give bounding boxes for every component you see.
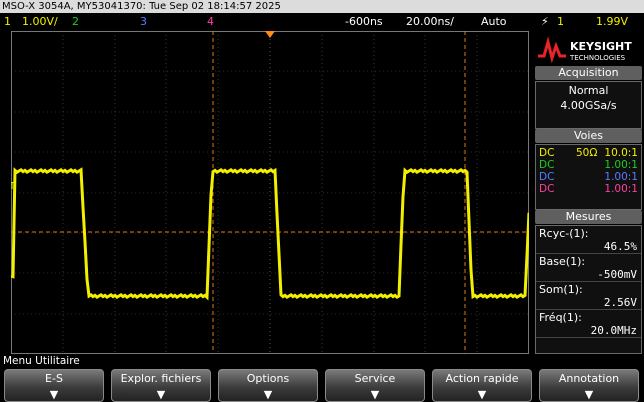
voie-impedance: 50Ω xyxy=(576,147,598,159)
voie-coupling: DC xyxy=(539,159,555,171)
measurement-value: 20.0MHz xyxy=(590,324,637,337)
sample-rate: 4.00GSa/s xyxy=(560,99,617,112)
measurement-item[interactable]: Rcyc-(1): 46.5% xyxy=(536,226,641,254)
measurement-item[interactable]: Base(1): -500mV xyxy=(536,254,641,282)
trigger-channel: 1 xyxy=(557,15,564,28)
menu-title: Menu Utilitaire xyxy=(0,355,644,367)
voies-header: Voies xyxy=(535,129,642,143)
graticule xyxy=(10,30,530,355)
measurement-item[interactable]: Fréq(1): 20.0MHz xyxy=(536,310,641,338)
keysight-logo: KEYSIGHT TECHNOLOGIES xyxy=(536,36,639,64)
acquisition-panel[interactable]: Normal 4.00GSa/s xyxy=(535,81,642,129)
arrow-down-icon: ▼ xyxy=(477,388,487,401)
window-title: MSO-X 3054A, MY53041370: Tue Sep 02 18:1… xyxy=(2,1,281,12)
arrow-down-icon: ▼ xyxy=(49,388,59,401)
softkey-4[interactable]: Service ▼ xyxy=(325,369,425,402)
measurement-label: Fréq(1): xyxy=(539,311,582,324)
softkey-3[interactable]: Options ▼ xyxy=(218,369,318,402)
voie-probe: 1.00:1 xyxy=(604,183,638,195)
voie-row-3[interactable]: DC 1.00:1 xyxy=(536,171,641,183)
arrow-down-icon: ▼ xyxy=(156,388,166,401)
softkey-label: Action rapide xyxy=(445,372,519,385)
waveform-svg: T 1 xyxy=(7,30,531,355)
acquisition-mode: Normal xyxy=(568,84,609,97)
voie-coupling: DC xyxy=(539,147,555,159)
softkey-1[interactable]: E-S ▼ xyxy=(4,369,104,402)
svg-text:TECHNOLOGIES: TECHNOLOGIES xyxy=(569,54,626,62)
measurement-value: 46.5% xyxy=(603,240,637,253)
title-bar: MSO-X 3054A, MY53041370: Tue Sep 02 18:1… xyxy=(0,0,644,13)
arrow-down-icon: ▼ xyxy=(584,388,594,401)
softkey-5[interactable]: Action rapide ▼ xyxy=(432,369,532,402)
measurement-value: -500mV xyxy=(597,268,637,281)
measurement-value: 2.56V xyxy=(603,296,637,309)
softkey-label: Annotation xyxy=(558,372,620,385)
softkey-label: Service xyxy=(354,372,396,385)
arrow-down-icon: ▼ xyxy=(370,388,380,401)
voie-probe: 1.00:1 xyxy=(604,159,638,171)
ch4-label[interactable]: 4 xyxy=(207,13,214,31)
ch2-label[interactable]: 2 xyxy=(72,13,79,31)
ch3-label[interactable]: 3 xyxy=(140,13,147,31)
voies-panel[interactable]: DC 50Ω 10.0:1 DC 1.00:1 DC 1.00:1 DC 1.00:1 xyxy=(535,144,642,210)
waveform-display[interactable]: T 1 xyxy=(7,30,531,355)
voie-row-1[interactable]: DC 50Ω 10.0:1 xyxy=(536,147,641,159)
measurement-label: Rcyc-(1): xyxy=(539,227,589,240)
keysight-wave-icon: KEYSIGHT TECHNOLOGIES xyxy=(538,36,632,64)
voie-row-2[interactable]: DC 1.00:1 xyxy=(536,159,641,171)
ch1-ground-marker[interactable]: 1 xyxy=(7,269,13,280)
softkey-label: E-S xyxy=(45,372,63,385)
softkey-label: Options xyxy=(246,372,290,385)
softkey-6[interactable]: Annotation ▼ xyxy=(539,369,639,402)
time-scale[interactable]: 20.00ns/ xyxy=(406,13,454,31)
ch1-scale[interactable]: 1.00V/ xyxy=(22,13,58,31)
measurement-label: Base(1): xyxy=(539,255,586,268)
voie-coupling: DC xyxy=(539,171,555,183)
measurement-label: Som(1): xyxy=(539,283,583,296)
mesures-panel[interactable]: Rcyc-(1): 46.5% Base(1): -500mV Som(1): 2.56V… xyxy=(535,225,642,354)
svg-text:KEYSIGHT: KEYSIGHT xyxy=(570,40,632,53)
channel-status-bar: 1 1.00V/ 2 3 4 -600ns 20.00ns/ Auto ⚡ 1 … xyxy=(0,13,644,31)
voie-probe: 10.0:1 xyxy=(604,147,638,159)
measurement-item[interactable]: Som(1): 2.56V xyxy=(536,282,641,310)
side-panel: KEYSIGHT TECHNOLOGIES Acquisition Normal… xyxy=(531,31,644,354)
voie-probe: 1.00:1 xyxy=(604,171,638,183)
mesures-header: Mesures xyxy=(535,210,642,224)
trigger-edge-icon: ⚡ xyxy=(541,15,549,28)
ch1-label[interactable]: 1 xyxy=(4,13,11,31)
softkey-label: Explor. fichiers xyxy=(120,372,202,385)
softkey-bar: E-S ▼ Explor. fichiers ▼ Options ▼ Service ▼ Act… xyxy=(0,368,644,402)
voie-row-4[interactable]: DC 1.00:1 xyxy=(536,183,641,195)
trigger-level[interactable]: 1.99V xyxy=(596,13,628,31)
trigger-mode[interactable]: Auto xyxy=(481,13,507,31)
time-offset[interactable]: -600ns xyxy=(345,13,383,31)
trigger-position-marker[interactable] xyxy=(265,31,275,38)
arrow-down-icon: ▼ xyxy=(263,388,273,401)
ch1-trace xyxy=(10,167,531,301)
softkey-2[interactable]: Explor. fichiers ▼ xyxy=(111,369,211,402)
voie-coupling: DC xyxy=(539,183,555,195)
acquisition-header: Acquisition xyxy=(535,66,642,80)
